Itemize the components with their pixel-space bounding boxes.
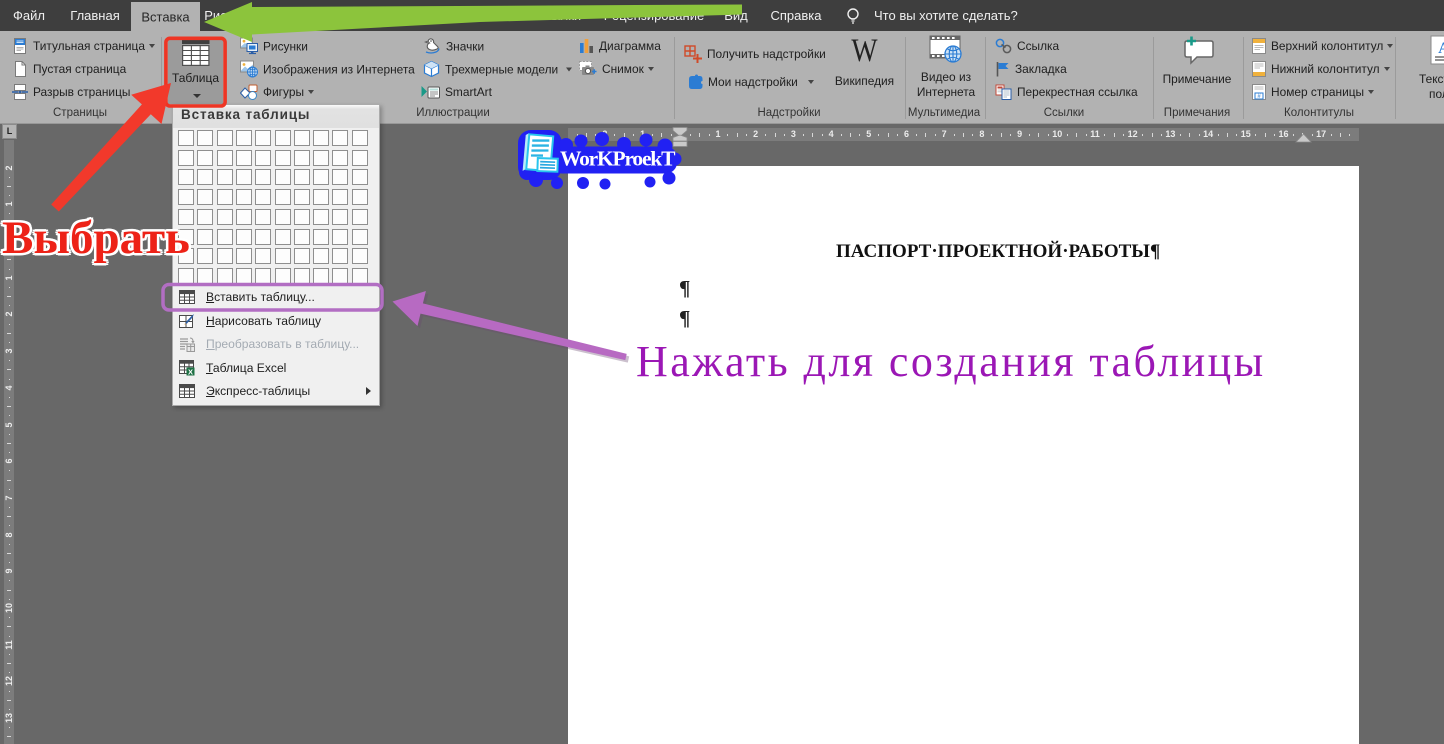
svg-text:X: X (188, 367, 193, 376)
svg-text:A: A (1438, 40, 1444, 57)
